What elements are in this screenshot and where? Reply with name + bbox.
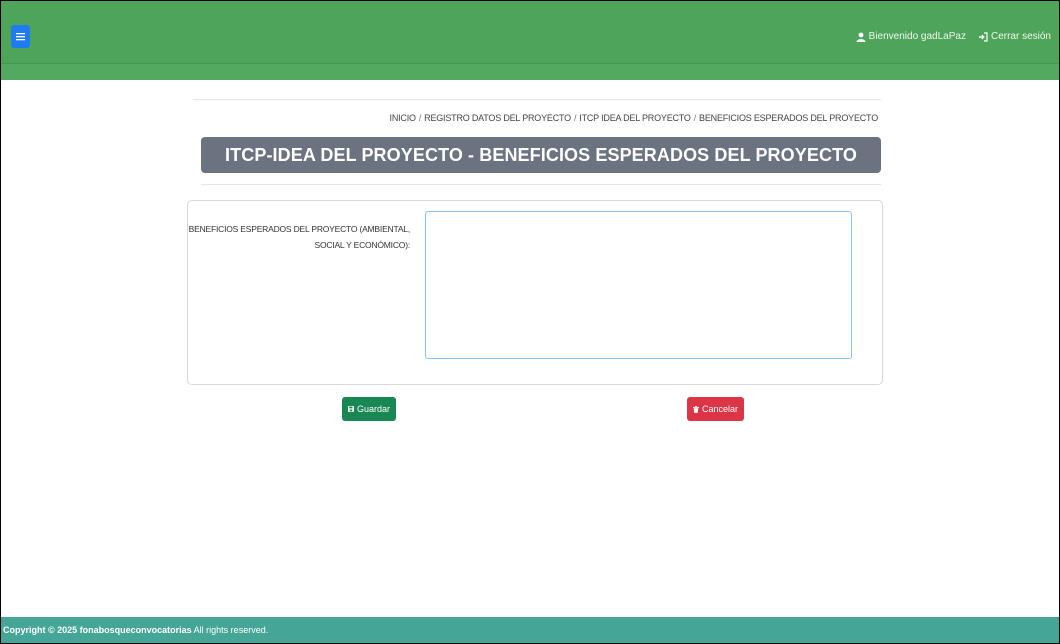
breadcrumb-item-inicio[interactable]: INICIO (390, 113, 417, 123)
user-welcome-link[interactable]: Bienvenido gadLaPaz (856, 31, 966, 42)
breadcrumb-separator: / (573, 113, 577, 123)
logout-text: Cerrar sesión (990, 31, 1051, 42)
breadcrumb: INICIO / REGISTRO DATOS DEL PROYECTO / ITCP … (390, 113, 879, 123)
save-icon (348, 406, 354, 412)
top-divider (193, 99, 881, 100)
navbar-user-area: Bienvenido gadLaPaz Cerrar sesión (856, 31, 1051, 42)
footer-copyright: Copyright © 2025 fonabosqueconvocatorias (3, 625, 192, 635)
save-button-label: Guardar (356, 404, 390, 414)
benefits-label-line2: SOCIAL Y ECONÓMICO): (314, 240, 410, 250)
page-title: ITCP-IDEA DEL PROYECTO - BENEFICIOS ESPE… (201, 137, 881, 173)
cancel-button[interactable]: Cancelar (687, 397, 744, 421)
benefits-textarea[interactable] (425, 211, 852, 359)
breadcrumb-item-current: BENEFICIOS ESPERADOS DEL PROYECTO (699, 113, 878, 123)
logout-link[interactable]: Cerrar sesión (978, 31, 1051, 42)
benefits-field-label: BENEFICIOS ESPERADOS DEL PROYECTO (AMBIE… (188, 221, 411, 253)
footer-rights: All rights reserved. (191, 625, 269, 635)
user-icon (856, 32, 866, 42)
user-welcome-text: Bienvenido gadLaPaz (868, 31, 966, 42)
form-card: BENEFICIOS ESPERADOS DEL PROYECTO (AMBIE… (187, 200, 883, 385)
breadcrumb-separator: / (418, 113, 422, 123)
cancel-button-label: Cancelar (701, 404, 738, 414)
page-footer: Copyright © 2025 fonabosqueconvocatorias… (1, 617, 1059, 643)
benefits-label-line1: BENEFICIOS ESPERADOS DEL PROYECTO (AMBIE… (188, 224, 411, 234)
bars-icon (16, 33, 25, 41)
menu-toggle-button[interactable] (11, 25, 30, 48)
breadcrumb-item-itcp[interactable]: ITCP IDEA DEL PROYECTO (579, 113, 691, 123)
breadcrumb-item-registro[interactable]: REGISTRO DATOS DEL PROYECTO (424, 113, 571, 123)
trash-icon (693, 405, 699, 413)
breadcrumb-separator: / (693, 113, 697, 123)
sign-out-icon (978, 31, 988, 42)
app-frame: Bienvenido gadLaPaz Cerrar sesión INICIO… (0, 0, 1060, 644)
title-divider (201, 184, 881, 185)
top-navbar: Bienvenido gadLaPaz Cerrar sesión (1, 1, 1059, 80)
navbar-strip (1, 63, 1059, 80)
save-button[interactable]: Guardar (342, 397, 396, 421)
